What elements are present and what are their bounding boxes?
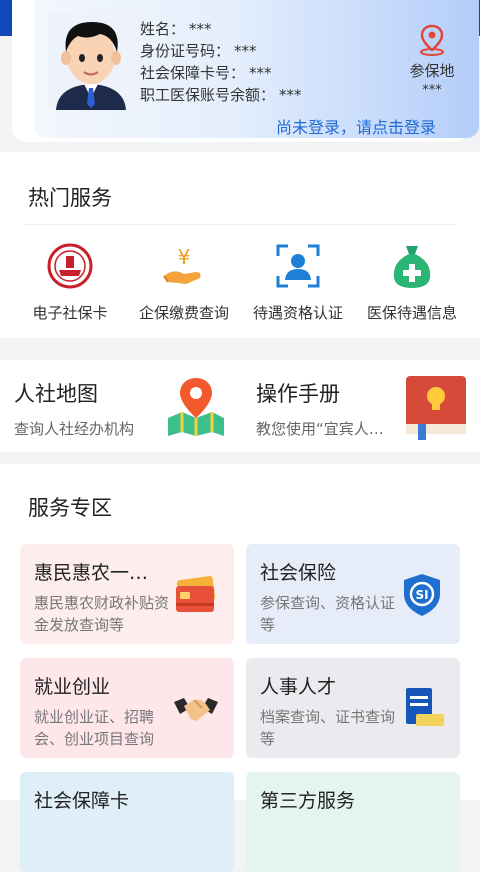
cards-icon — [176, 575, 216, 612]
service-card-employment-desc: 就业创业证、招聘会、创业项目查询 — [34, 708, 155, 748]
hot-item-medical-benefits[interactable]: 医保待遇信息 — [352, 242, 472, 323]
service-card-social-insurance-title: 社会保险 — [260, 562, 337, 584]
login-link[interactable]: 尚未登录，请点击登录 — [276, 114, 436, 138]
quick-links-section: 人社地图 查询人社经办机构 操作手册 教您使用“宜宾人… — [0, 360, 480, 452]
service-card-personnel-desc: 档案查询、证书查询等 — [260, 708, 396, 748]
service-card-benefits[interactable]: 惠民惠农一… 惠民惠农财政补贴资金发放查询等 — [20, 544, 234, 644]
location-pin-icon — [420, 24, 444, 56]
map-pin-icon — [168, 378, 224, 436]
social-security-card-icon — [47, 243, 93, 289]
hot-item-social-card[interactable]: 电子社保卡 — [10, 242, 130, 323]
service-zone-title: 服务专区 — [28, 496, 112, 520]
manual-book-icon — [406, 376, 466, 440]
quick-link-manual-subtitle: 教您使用“宜宾人… — [256, 420, 384, 438]
quick-link-manual[interactable]: 操作手册 教您使用“宜宾人… — [242, 360, 480, 452]
service-card-social-insurance-desc: 参保查询、资格认证等 — [260, 594, 396, 634]
hot-item-eligibility-auth[interactable]: 待遇资格认证 — [238, 242, 358, 323]
insured-location-label: 参保地 — [409, 62, 455, 80]
profile-info: 姓名： *** 身份证号码： *** 社会保障卡号： *** 职工医保账号余额： *** — [140, 18, 302, 106]
hot-services-divider — [24, 224, 456, 225]
hot-item-payment-query[interactable]: ¥ 企保缴费查询 — [124, 242, 244, 323]
profile-card-number-row: 社会保障卡号： *** — [140, 62, 302, 84]
service-card-personnel[interactable]: 人事人才 档案查询、证书查询等 — [246, 658, 460, 758]
profile-card-number-value: *** — [249, 64, 272, 82]
quick-link-hr-map-subtitle: 查询人社经办机构 — [14, 420, 135, 438]
quick-link-hr-map-title: 人社地图 — [14, 382, 98, 406]
svg-text:SI: SI — [415, 588, 428, 602]
hot-item-medical-benefits-label: 医保待遇信息 — [366, 304, 457, 322]
user-avatar — [48, 12, 134, 110]
profile-id-value: *** — [234, 42, 257, 60]
shield-si-icon: SI — [404, 574, 440, 616]
profile-card-number-label: 社会保障卡号： — [140, 64, 246, 82]
service-card-benefits-title: 惠民惠农一… — [34, 562, 149, 584]
hot-services-title: 热门服务 — [28, 186, 112, 210]
certificate-book-icon — [406, 688, 444, 726]
payment-hand-icon: ¥ — [163, 245, 201, 284]
service-card-personnel-title: 人事人才 — [260, 676, 337, 698]
profile-balance-row: 职工医保账号余额： *** — [140, 84, 302, 106]
quick-link-manual-title: 操作手册 — [256, 382, 340, 406]
face-verify-icon — [276, 244, 320, 288]
profile-card[interactable]: 姓名： *** 身份证号码： *** 社会保障卡号： *** 职工医保账号余额： ***… — [12, 0, 479, 142]
service-card-employment-title: 就业创业 — [34, 676, 111, 698]
profile-name-value: *** — [189, 20, 212, 38]
service-card-benefits-desc: 惠民惠农财政补贴资金发放查询等 — [34, 594, 170, 634]
profile-balance-label: 职工医保账号余额： — [140, 86, 276, 104]
profile-id-label: 身份证号码： — [140, 42, 231, 60]
insured-location-value: *** — [422, 83, 442, 98]
profile-balance-value: *** — [279, 86, 302, 104]
profile-id-row: 身份证号码： *** — [140, 40, 302, 62]
service-card-third-party[interactable]: 第三方服务 — [246, 772, 460, 872]
quick-link-hr-map[interactable]: 人社地图 查询人社经办机构 — [0, 360, 238, 452]
svg-text:¥: ¥ — [178, 245, 191, 269]
service-card-ss-card[interactable]: 社会保障卡 — [20, 772, 234, 872]
profile-name-label: 姓名： — [140, 20, 186, 38]
medical-bag-icon — [393, 246, 431, 288]
service-card-social-insurance[interactable]: 社会保险 参保查询、资格认证等 SI — [246, 544, 460, 644]
handshake-icon — [174, 698, 218, 721]
service-card-employment[interactable]: 就业创业 就业创业证、招聘会、创业项目查询 — [20, 658, 234, 758]
profile-name-row: 姓名： *** — [140, 18, 302, 40]
hot-item-social-card-label: 电子社保卡 — [32, 304, 108, 322]
hot-item-payment-query-label: 企保缴费查询 — [138, 304, 229, 322]
hot-item-eligibility-auth-label: 待遇资格认证 — [252, 304, 343, 322]
insured-location[interactable]: 参保地 *** — [402, 24, 462, 98]
